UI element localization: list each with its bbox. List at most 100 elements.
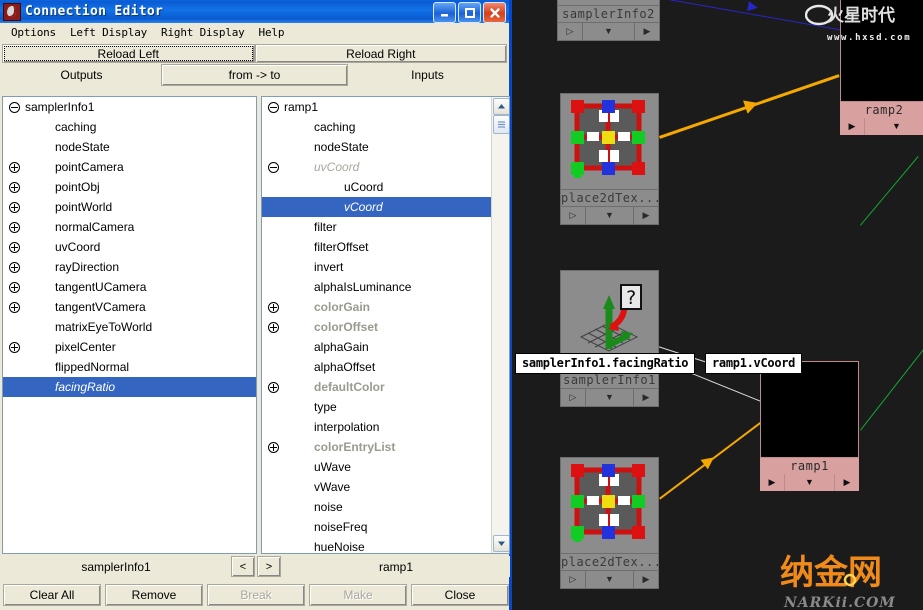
list-item[interactable]: nodeState bbox=[262, 137, 491, 157]
reload-right-button[interactable]: Reload Right bbox=[254, 44, 507, 63]
list-item[interactable]: ramp1 bbox=[262, 97, 491, 117]
list-item[interactable]: matrixEyeToWorld bbox=[3, 317, 256, 337]
expand-icon[interactable] bbox=[9, 302, 20, 313]
list-item[interactable]: tangentVCamera bbox=[3, 297, 256, 317]
menu-help[interactable]: Help bbox=[252, 25, 292, 40]
scroll-up-button[interactable] bbox=[493, 98, 509, 115]
list-item[interactable]: pointObj bbox=[3, 177, 256, 197]
list-item[interactable]: filterOffset bbox=[262, 237, 491, 257]
node-play-left-icon[interactable]: ▷ bbox=[558, 23, 583, 40]
node-place2dtexture-top-footer[interactable]: ▷ ▼ ▶ bbox=[560, 207, 659, 225]
from-to-button[interactable]: from -> to bbox=[161, 64, 348, 86]
previous-node-button[interactable]: < bbox=[231, 556, 255, 577]
list-item[interactable]: invert bbox=[262, 257, 491, 277]
next-node-button[interactable]: > bbox=[257, 556, 281, 577]
list-item[interactable]: colorGain bbox=[262, 297, 491, 317]
node-ramp2[interactable]: ramp2 ▶ ▼ bbox=[840, 0, 923, 135]
expand-icon[interactable] bbox=[9, 242, 20, 253]
list-item[interactable]: caching bbox=[262, 117, 491, 137]
list-item[interactable]: samplerInfo1 bbox=[3, 97, 256, 117]
clear-all-button[interactable]: Clear All bbox=[3, 584, 101, 606]
list-item[interactable]: interpolation bbox=[262, 417, 491, 437]
list-item[interactable]: rayDirection bbox=[3, 257, 256, 277]
list-item[interactable]: pointWorld bbox=[3, 197, 256, 217]
list-item[interactable]: caching bbox=[3, 117, 256, 137]
expand-icon[interactable] bbox=[268, 442, 279, 453]
list-item[interactable]: pixelCenter bbox=[3, 337, 256, 357]
list-item[interactable]: uvCoord bbox=[3, 237, 256, 257]
window-controls[interactable] bbox=[433, 2, 506, 23]
inputs-list-scrollbar[interactable] bbox=[491, 97, 509, 553]
node-place2dtexture-bottom[interactable]: place2dTex... ▷ ▼ ▶ bbox=[560, 457, 659, 589]
expand-icon[interactable] bbox=[9, 222, 20, 233]
remove-button[interactable]: Remove bbox=[105, 584, 203, 606]
node-samplerinfo1[interactable]: ? samplerInfo1 ▷ ▼ ▶ bbox=[560, 270, 659, 407]
node-place2dtexture-top[interactable]: place2dTex... ▷ ▼ ▶ bbox=[560, 93, 659, 225]
list-item[interactable]: uWave bbox=[262, 457, 491, 477]
expand-icon[interactable] bbox=[268, 382, 279, 393]
inputs-list-rows[interactable]: ramp1 caching nodeState uvCoord uCoord vCoord… bbox=[262, 97, 491, 553]
title-bar[interactable]: Connection Editor bbox=[0, 0, 509, 23]
menu-left-display[interactable]: Left Display bbox=[63, 25, 154, 40]
list-item[interactable]: colorOffset bbox=[262, 317, 491, 337]
node-play-right-icon[interactable]: ▶ bbox=[634, 207, 658, 224]
node-expand-down-icon[interactable]: ▼ bbox=[586, 389, 634, 406]
node-play-right-icon[interactable]: ▶ bbox=[634, 571, 658, 588]
menu-bar[interactable]: Options Left Display Right Display Help bbox=[0, 23, 509, 41]
list-item[interactable]: vCoord bbox=[262, 197, 491, 217]
node-ramp1[interactable]: ramp1 ▶ ▼ ▶ bbox=[760, 361, 859, 491]
list-item[interactable]: type bbox=[262, 397, 491, 417]
node-expand-down-icon[interactable]: ▼ bbox=[586, 571, 634, 588]
scrollbar-thumb[interactable] bbox=[493, 115, 509, 134]
scroll-down-button[interactable] bbox=[493, 535, 509, 552]
node-play-right-icon[interactable]: ▶ bbox=[835, 474, 859, 491]
node-samplerinfo1-footer[interactable]: ▷ ▼ ▶ bbox=[560, 389, 659, 407]
node-play-left-icon[interactable]: ▶ bbox=[760, 474, 785, 491]
list-item[interactable]: vWave bbox=[262, 477, 491, 497]
node-expand-down-icon[interactable]: ▼ bbox=[785, 474, 835, 491]
list-item[interactable]: hueNoise bbox=[262, 537, 491, 553]
menu-right-display[interactable]: Right Display bbox=[154, 25, 252, 40]
list-item[interactable]: facingRatio bbox=[3, 377, 256, 397]
list-item[interactable]: normalCamera bbox=[3, 217, 256, 237]
expand-icon[interactable] bbox=[268, 322, 279, 333]
list-item[interactable]: alphaGain bbox=[262, 337, 491, 357]
node-expand-down-icon[interactable]: ▼ bbox=[586, 207, 634, 224]
node-expand-down-icon[interactable]: ▼ bbox=[583, 23, 635, 40]
node-play-right-icon[interactable]: ▶ bbox=[840, 118, 865, 135]
list-item[interactable]: colorEntryList bbox=[262, 437, 491, 457]
expand-icon[interactable] bbox=[9, 282, 20, 293]
node-samplerinfo2-footer[interactable]: ▷ ▼ ▶ bbox=[557, 23, 660, 41]
close-button-footer[interactable]: Close bbox=[411, 584, 509, 606]
expand-icon[interactable] bbox=[9, 342, 20, 353]
list-item[interactable]: alphaOffset bbox=[262, 357, 491, 377]
maximize-button[interactable] bbox=[458, 2, 481, 23]
connection-editor-window[interactable]: Connection Editor Options Left Display R… bbox=[0, 0, 512, 610]
list-item[interactable]: uvCoord bbox=[262, 157, 491, 177]
node-play-left-icon[interactable]: ▷ bbox=[561, 389, 586, 406]
expand-icon[interactable] bbox=[9, 202, 20, 213]
expand-icon[interactable] bbox=[9, 262, 20, 273]
list-item[interactable]: flippedNormal bbox=[3, 357, 256, 377]
expand-icon[interactable] bbox=[9, 182, 20, 193]
close-button[interactable] bbox=[483, 2, 506, 23]
list-item[interactable]: filter bbox=[262, 217, 491, 237]
outputs-list[interactable]: samplerInfo1 caching nodeState pointCamera p… bbox=[2, 96, 257, 554]
list-item[interactable]: nodeState bbox=[3, 137, 256, 157]
inputs-list[interactable]: ramp1 caching nodeState uvCoord uCoord vCoord… bbox=[261, 96, 510, 554]
node-expand-down-icon[interactable]: ▼ bbox=[865, 118, 923, 135]
collapse-icon[interactable] bbox=[268, 102, 279, 113]
list-item[interactable]: pointCamera bbox=[3, 157, 256, 177]
collapse-icon[interactable] bbox=[268, 162, 279, 173]
outputs-list-rows[interactable]: samplerInfo1 caching nodeState pointCamera p… bbox=[3, 97, 256, 397]
list-item[interactable]: alphaIsLuminance bbox=[262, 277, 491, 297]
list-item[interactable]: noiseFreq bbox=[262, 517, 491, 537]
list-item[interactable]: defaultColor bbox=[262, 377, 491, 397]
list-item[interactable]: uCoord bbox=[262, 177, 491, 197]
node-ramp2-footer[interactable]: ▶ ▼ bbox=[840, 118, 923, 135]
list-item[interactable]: noise bbox=[262, 497, 491, 517]
expand-icon[interactable] bbox=[268, 302, 279, 313]
node-play-left-icon[interactable]: ▷ bbox=[561, 207, 586, 224]
list-item[interactable]: tangentUCamera bbox=[3, 277, 256, 297]
minimize-button[interactable] bbox=[433, 2, 456, 23]
